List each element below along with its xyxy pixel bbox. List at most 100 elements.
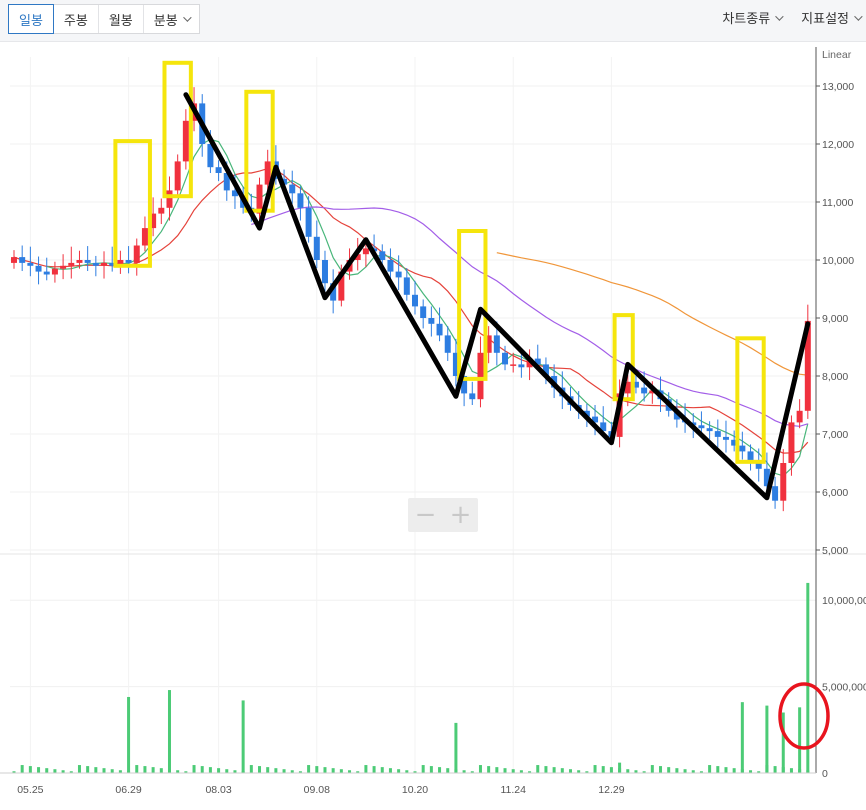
candle-body (477, 352, 484, 400)
volume-bar (315, 766, 319, 773)
tab-minute[interactable]: 분봉 (144, 5, 199, 33)
volume-bar (307, 765, 311, 773)
candle-body (714, 431, 721, 437)
candle-body (60, 265, 67, 269)
volume-series (12, 582, 810, 773)
candle-body (92, 262, 99, 266)
volume-bar (380, 767, 384, 773)
volume-bar (110, 769, 114, 773)
volume-bar (225, 769, 229, 773)
volume-bar (77, 765, 81, 773)
tab-monthly[interactable]: 월봉 (99, 5, 144, 33)
volume-bar (438, 767, 442, 773)
volume-bar (208, 767, 212, 773)
trend-zigzag-line (183, 92, 811, 501)
volume-bar (429, 766, 433, 773)
candle-body (141, 228, 148, 246)
candle-body (698, 425, 705, 429)
price-volume-chart[interactable]: Linear 13,000 12,000 11,000 10,000 9,000 8,000… (0, 42, 866, 806)
volume-bar (626, 769, 630, 773)
candle-body (444, 335, 451, 353)
candle-body (362, 248, 369, 255)
volume-bar (708, 765, 712, 773)
volume-bar (487, 766, 491, 773)
x-tick-label: 08.03 (205, 784, 231, 796)
candle-body (469, 393, 476, 400)
candlestick-series (11, 87, 811, 512)
candle-body (518, 364, 525, 368)
volume-bar (659, 766, 663, 773)
volume-bar (511, 769, 515, 773)
x-tick-label: 05.25 (17, 784, 43, 796)
zoom-in-button[interactable]: + (443, 498, 478, 532)
volume-bar (192, 765, 196, 773)
volume-bar (601, 766, 605, 773)
volume-bar (446, 768, 450, 773)
volume-bar (618, 762, 622, 773)
volume-bar (200, 766, 204, 773)
volume-tick-label: 5,000,000 (822, 682, 866, 694)
candle-body (182, 120, 189, 162)
candle-body (84, 260, 91, 263)
volume-bar (765, 705, 769, 773)
volume-bar (37, 767, 41, 773)
tab-daily[interactable]: 일봉 (8, 4, 54, 34)
price-tick-label: 7,000 (822, 429, 848, 441)
volume-bar (266, 767, 270, 773)
price-tick-label: 5,000 (822, 545, 848, 557)
volume-bar (593, 765, 597, 773)
candle-body (215, 167, 222, 173)
candle-body (493, 335, 500, 353)
candle-body (101, 262, 108, 266)
candle-body (321, 260, 328, 284)
candle-body (739, 445, 746, 452)
volume-bar (241, 700, 245, 773)
tab-weekly[interactable]: 주봉 (54, 5, 99, 33)
volume-bar (675, 768, 679, 773)
volume-bar (789, 768, 793, 773)
ma-line-orange (496, 252, 808, 376)
candle-body (747, 451, 754, 461)
volume-bar (478, 765, 482, 773)
zoom-out-button[interactable]: − (408, 498, 443, 532)
volume-bar (167, 690, 171, 773)
candle-body (43, 271, 50, 275)
candle-body (436, 323, 443, 336)
volume-bar (331, 768, 335, 773)
indicator-settings-label: 지표설정 (801, 12, 849, 27)
chart-type-label: 차트종류 (722, 12, 771, 27)
candle-body (35, 265, 42, 272)
tab-weekly-label: 주봉 (63, 13, 88, 29)
highlight-box (735, 336, 766, 464)
candle-body (706, 428, 713, 432)
candle-body (796, 410, 803, 423)
price-tick-label: 12,000 (822, 139, 854, 151)
volume-bar (650, 765, 654, 773)
tab-minute-label: 분봉 (153, 13, 178, 29)
candle-body (502, 352, 509, 365)
price-tick-label: 11,000 (822, 197, 853, 209)
price-tick-label: 9,000 (822, 313, 848, 325)
chart-area[interactable]: Linear 13,000 12,000 11,000 10,000 9,000 8,000… (0, 42, 866, 806)
candle-body (289, 184, 296, 194)
chevron-down-icon (182, 13, 192, 22)
chart-type-dropdown[interactable]: 차트종류 (722, 8, 784, 27)
candle-body (125, 260, 132, 263)
candle-body (11, 257, 17, 263)
candle-body (68, 262, 75, 266)
candle-body (174, 161, 181, 191)
volume-bar (127, 696, 131, 773)
volume-highlight-circle (778, 682, 830, 750)
volume-bar (282, 769, 286, 773)
volume-bar (740, 702, 744, 773)
candle-body (788, 422, 795, 463)
volume-bar (274, 768, 278, 773)
candle-body (428, 318, 435, 324)
candle-body (641, 387, 648, 394)
ma-line-purple (251, 206, 808, 427)
volume-bar (217, 768, 221, 773)
volume-bar (495, 767, 499, 773)
indicator-settings-dropdown[interactable]: 지표설정 (801, 8, 863, 27)
candle-body (403, 277, 410, 295)
volume-bar (45, 768, 49, 773)
